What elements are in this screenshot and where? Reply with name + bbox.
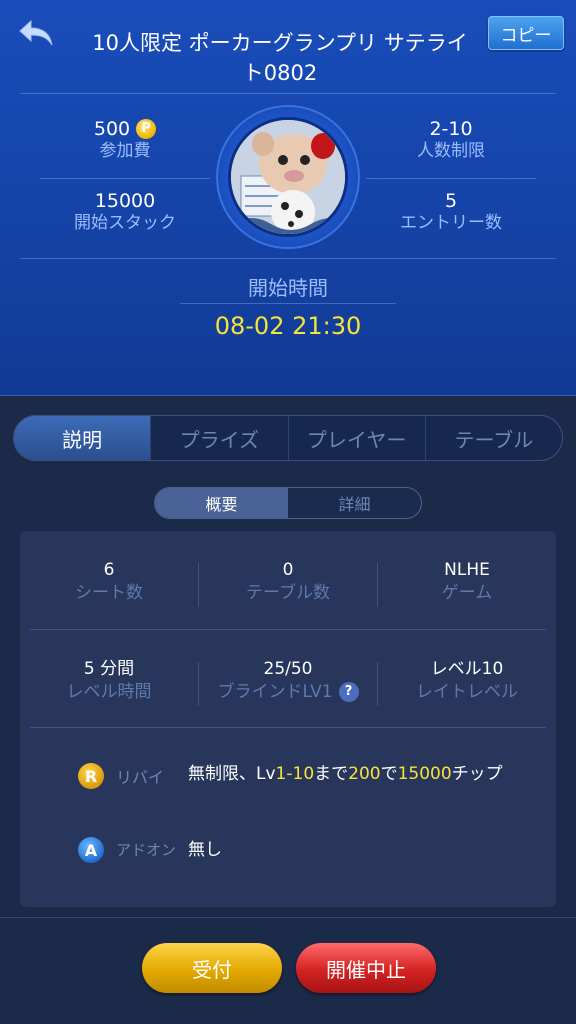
- tab-tables[interactable]: テーブル: [424, 416, 562, 460]
- stats-bottom-divider: [20, 258, 556, 259]
- tab-players[interactable]: プレイヤー: [287, 416, 425, 460]
- rebuy-text-part: まで: [314, 764, 349, 784]
- entry-fee-label: 参加費: [99, 141, 151, 161]
- copy-button[interactable]: コピー: [488, 16, 564, 50]
- level-time-value: 5 分間: [83, 659, 135, 679]
- entry-fee-stat: 500 P 参加費: [45, 118, 205, 162]
- seats-cell: 6 シート数: [20, 559, 198, 605]
- seats-label: シート数: [75, 583, 143, 603]
- entries-value: 5: [444, 190, 458, 212]
- stat-divider-left: [40, 178, 210, 179]
- start-time-value: 08-02 21:30: [214, 312, 362, 340]
- player-limit-value: 2-10: [429, 118, 473, 140]
- cancel-tournament-button[interactable]: 開催中止: [296, 943, 436, 993]
- rebuy-cost: 200: [348, 764, 381, 784]
- level-time-label: レベル時間: [66, 682, 152, 702]
- game-cell: NLHE ゲーム: [378, 559, 556, 605]
- host-avatar[interactable]: [228, 117, 348, 237]
- start-stack-label: 開始スタック: [74, 213, 176, 233]
- help-icon[interactable]: ?: [338, 682, 359, 702]
- sub-tabs: 概要 詳細: [154, 487, 422, 519]
- overview-card: 6 シート数 0 テーブル数 NLHE ゲーム 5 分間 レベル時間 25/50…: [20, 531, 556, 907]
- addon-label: アドオン: [116, 841, 177, 859]
- rebuy-text-part: 無制限、Lv: [188, 764, 276, 784]
- header-divider: [20, 93, 556, 94]
- level-time-cell: 5 分間 レベル時間: [20, 658, 198, 704]
- start-time-label: 開始時間: [248, 276, 328, 300]
- rebuy-label: リバイ: [116, 768, 165, 787]
- back-button[interactable]: [16, 16, 56, 50]
- tables-label: テーブル数: [246, 583, 330, 603]
- tab-description[interactable]: 説明: [14, 416, 151, 460]
- entries-stat: 5 エントリー数: [371, 190, 531, 234]
- footer-divider: [0, 917, 576, 918]
- rebuy-text: 無制限、Lv1-10まで200で15000チップ: [188, 761, 518, 787]
- addon-badge-icon: A: [78, 837, 104, 863]
- row-divider: [30, 727, 546, 728]
- addon-text: 無し: [188, 840, 222, 860]
- rebuy-text-part: チップ: [451, 764, 503, 784]
- player-limit-stat: 2-10 人数制限: [371, 118, 531, 162]
- coin-icon: P: [136, 119, 157, 139]
- tables-cell: 0 テーブル数: [199, 559, 377, 605]
- stat-divider-right: [366, 178, 536, 179]
- start-stack-value: 15000: [94, 190, 156, 212]
- avatar-image: [231, 120, 345, 234]
- host-avatar-frame: [216, 105, 360, 249]
- back-arrow-icon: [19, 19, 53, 46]
- player-limit-label: 人数制限: [417, 141, 485, 161]
- blind-cell: 25/50 ブラインドLV1?: [199, 658, 377, 704]
- game-label: ゲーム: [441, 583, 493, 603]
- blind-label: ブラインドLV1: [217, 682, 333, 702]
- main-tabs: 説明 プライズ プレイヤー テーブル: [13, 415, 563, 461]
- start-stack-stat: 15000 開始スタック: [45, 190, 205, 234]
- game-value: NLHE: [444, 560, 490, 580]
- late-level-cell: レベル10 レイトレベル: [378, 658, 556, 704]
- row-divider: [30, 629, 546, 630]
- seats-value: 6: [103, 560, 115, 580]
- subtab-details[interactable]: 詳細: [288, 488, 421, 518]
- tournament-header: コピー 10人限定 ポーカーグランプリ サテライト0802 500 P 参加費 2…: [0, 0, 576, 396]
- rebuy-chips: 15000: [397, 764, 452, 784]
- subtab-overview[interactable]: 概要: [155, 488, 288, 518]
- entry-fee-value: 500: [93, 118, 131, 140]
- rebuy-text-part: で: [380, 764, 398, 784]
- late-level-value: レベル10: [430, 659, 504, 679]
- start-divider: [180, 303, 396, 304]
- tables-value: 0: [282, 560, 294, 580]
- rebuy-levels: 1-10: [275, 764, 315, 784]
- late-level-label: レイトレベル: [416, 682, 518, 702]
- entries-label: エントリー数: [400, 213, 502, 233]
- accept-button[interactable]: 受付: [142, 943, 282, 993]
- rebuy-badge-icon: R: [78, 763, 104, 789]
- tournament-title: 10人限定 ポーカーグランプリ サテライト0802: [92, 31, 468, 85]
- tab-prizes[interactable]: プライズ: [150, 416, 287, 460]
- blind-value: 25/50: [263, 659, 313, 679]
